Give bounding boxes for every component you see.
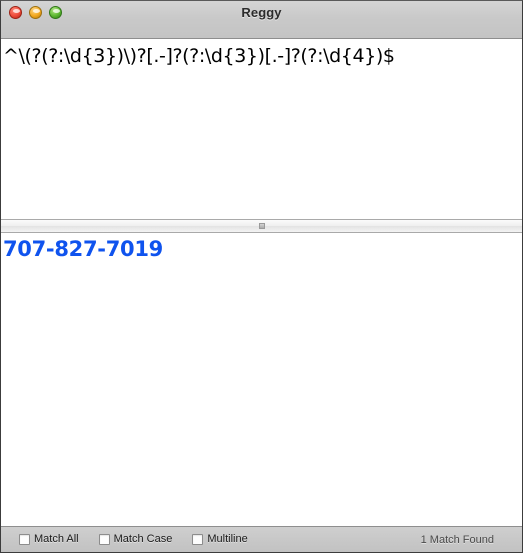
option-multiline[interactable]: Multiline [192,533,248,546]
option-match-case-label: Match Case [113,533,173,545]
resize-grip-icon[interactable] [258,223,265,229]
test-string-input[interactable]: 707-827-7019 [1,233,522,262]
regex-pattern-input[interactable]: ^\(?(?:\d{3})\)?[.-]?(?:\d{3})[.-]?(?:\d… [1,39,522,68]
option-multiline-label: Multiline [207,533,248,545]
pane-splitter[interactable] [1,219,522,233]
checkbox-icon[interactable] [98,534,110,545]
option-match-case[interactable]: Match Case [98,533,173,546]
title-bar[interactable]: Reggy [1,1,522,39]
option-match-all-label: Match All [34,533,79,545]
subject-pane[interactable]: 707-827-7019 [1,233,522,526]
pattern-pane[interactable]: ^\(?(?:\d{3})\)?[.-]?(?:\d{3})[.-]?(?:\d… [1,39,522,219]
option-match-all[interactable]: Match All [19,533,79,546]
checkbox-icon[interactable] [19,534,30,545]
app-window: Reggy ^\(?(?:\d{3})\)?[.-]?(?:\d{3})[.-]… [0,0,523,553]
match-highlight: 707-827-7019 [3,237,163,261]
checkbox-icon[interactable] [192,534,204,545]
status-bar: Match All Match Case Multiline 1 Match F… [1,526,522,552]
window-title: Reggy [241,5,282,20]
match-count-status: 1 Match Found [420,533,494,546]
